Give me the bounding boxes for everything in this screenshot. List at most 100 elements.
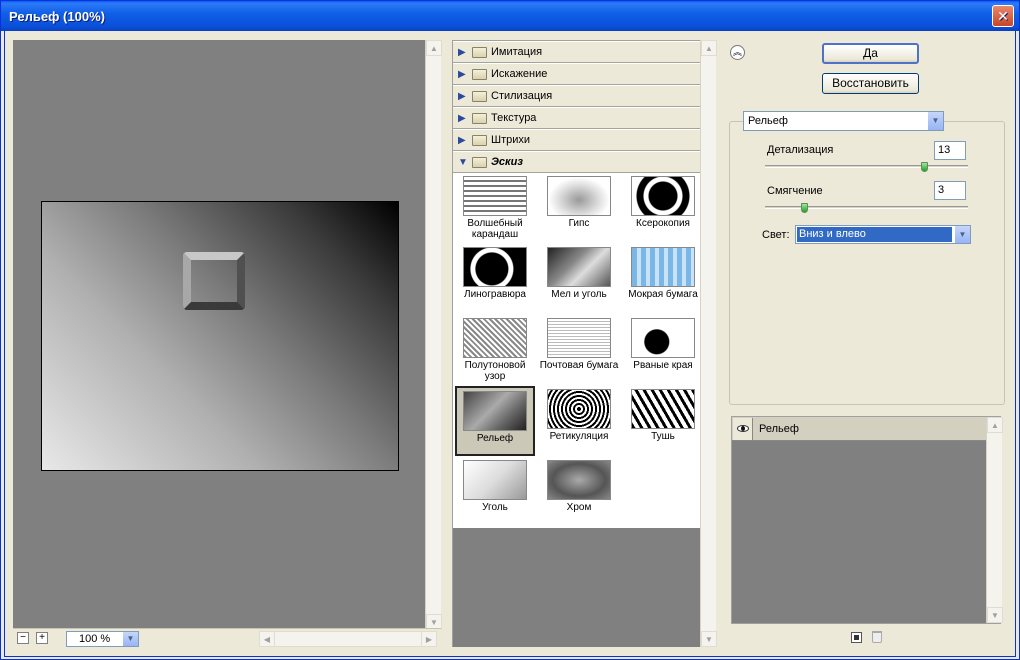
filter-preview-image	[631, 247, 695, 287]
filter-preview-image	[631, 389, 695, 429]
filter-thumb-5[interactable]: Мел и уголь	[539, 244, 619, 314]
preview-vertical-scrollbar[interactable]: ▲ ▼	[425, 40, 442, 630]
filter-thumb-2[interactable]: Гипс	[539, 173, 619, 243]
filter-thumb-label: Почтовая бумага	[539, 360, 619, 371]
category-5[interactable]: ▶ Штрихи	[453, 129, 700, 151]
scroll-down-icon[interactable]: ▼	[987, 607, 1003, 623]
filter-thumb-label: Рваные края	[633, 360, 693, 371]
window-title: Рельеф (100%)	[9, 9, 105, 24]
filter-preview-image	[631, 318, 695, 358]
filter-thumb-label: Рельеф	[476, 433, 514, 444]
triangle-right-icon[interactable]: ▶	[458, 69, 472, 80]
zoom-select[interactable]: 100 % ▼	[66, 631, 139, 647]
filter-thumb-13[interactable]: Уголь	[455, 457, 535, 527]
trash-icon[interactable]	[872, 631, 882, 643]
detail-input[interactable]: 13	[934, 141, 966, 160]
filter-select-value: Рельеф	[748, 115, 788, 127]
scroll-up-icon[interactable]: ▲	[987, 417, 1003, 433]
filter-thumb-10[interactable]: Рельеф	[455, 386, 535, 456]
scroll-down-icon[interactable]: ▼	[701, 631, 717, 647]
category-label: Текстура	[491, 112, 537, 124]
filter-thumb-6[interactable]: Мокрая бумага	[623, 244, 703, 314]
filter-thumb-label: Мел и уголь	[551, 289, 607, 300]
chevron-down-icon[interactable]: ▼	[122, 632, 138, 646]
triangle-down-icon[interactable]: ▼	[458, 157, 472, 168]
filter-thumb-3[interactable]: Ксерокопия	[623, 173, 703, 243]
filter-preview-image	[547, 460, 611, 500]
scroll-up-icon[interactable]: ▲	[701, 40, 717, 56]
light-select[interactable]: Вниз и влево ▼	[795, 225, 971, 244]
folder-icon	[472, 68, 487, 80]
filter-select[interactable]: Рельеф ▼	[743, 111, 944, 131]
smoothness-slider[interactable]	[765, 206, 968, 209]
eye-icon[interactable]	[733, 417, 753, 440]
zoom-out-button[interactable]: −	[17, 632, 29, 644]
category-3[interactable]: ▶ Стилизация	[453, 85, 700, 107]
filter-thumb-label: Полутоновой узор	[464, 360, 526, 382]
folder-open-icon	[472, 156, 487, 168]
filter-preview-image	[547, 389, 611, 429]
smoothness-input[interactable]: 3	[934, 181, 966, 200]
category-label: Штрихи	[491, 134, 531, 146]
chevron-down-icon[interactable]: ▼	[954, 226, 970, 243]
triangle-right-icon[interactable]: ▶	[458, 113, 472, 124]
reset-button[interactable]: Восстановить	[822, 73, 919, 94]
layers-vertical-scrollbar[interactable]: ▲ ▼	[986, 417, 1003, 623]
triangle-right-icon[interactable]: ▶	[458, 135, 472, 146]
filter-gallery: ▶ Имитация ▶ Искажение ▶ Стилизация ▶ Текстура ▶…	[452, 40, 700, 647]
ok-button[interactable]: Да	[822, 43, 919, 64]
preview-pane[interactable]	[13, 40, 425, 628]
triangle-right-icon[interactable]: ▶	[458, 91, 472, 102]
collapse-icon[interactable]: ︽	[730, 45, 745, 60]
folder-icon	[472, 46, 487, 58]
filter-thumb-1[interactable]: Волшебный карандаш	[455, 173, 535, 243]
filter-thumb-9[interactable]: Рваные края	[623, 315, 703, 385]
gallery-vertical-scrollbar[interactable]: ▲ ▼	[700, 40, 717, 647]
close-icon[interactable]: ✕	[992, 5, 1014, 27]
filter-thumb-label: Линогравюра	[464, 289, 526, 300]
category-label: Эскиз	[491, 156, 523, 168]
gallery-empty-area	[453, 528, 700, 647]
filter-gallery-window: Рельеф (100%) ✕ ▲ ▼ − + 100 % ▼ ◀ ▶ ▶ Ими…	[0, 0, 1020, 660]
chevron-down-icon[interactable]: ▼	[927, 112, 943, 130]
category-1[interactable]: ▶ Имитация	[453, 41, 700, 63]
effect-layer-row[interactable]: Рельеф	[732, 417, 986, 441]
new-effect-layer-icon[interactable]	[851, 632, 862, 643]
filter-thumb-label: Гипс	[568, 218, 590, 229]
category-2[interactable]: ▶ Искажение	[453, 63, 700, 85]
filter-thumbnails: Волшебный карандаш Гипс Ксерокопия Линограв…	[453, 173, 700, 528]
filter-preview-image	[463, 247, 527, 287]
scroll-left-icon[interactable]: ◀	[259, 631, 275, 647]
effect-layer-label: Рельеф	[759, 422, 799, 435]
category-label: Искажение	[491, 68, 548, 80]
zoom-in-button[interactable]: +	[36, 632, 48, 644]
triangle-right-icon[interactable]: ▶	[458, 47, 472, 58]
zoom-value: 100 %	[79, 633, 111, 645]
filter-thumb-4[interactable]: Линогравюра	[455, 244, 535, 314]
filter-thumb-12[interactable]: Тушь	[623, 386, 703, 456]
category-label: Имитация	[491, 46, 543, 58]
scroll-up-icon[interactable]: ▲	[426, 40, 442, 56]
folder-icon	[472, 90, 487, 102]
folder-icon	[472, 112, 487, 124]
filter-thumb-8[interactable]: Почтовая бумага	[539, 315, 619, 385]
filter-thumb-label: Ретикуляция	[549, 431, 609, 442]
detail-slider[interactable]	[765, 165, 968, 168]
filter-thumb-11[interactable]: Ретикуляция	[539, 386, 619, 456]
filter-preview-image	[547, 247, 611, 287]
filter-thumb-label: Уголь	[482, 502, 508, 513]
filter-thumb-label: Хром	[566, 502, 592, 513]
category-4[interactable]: ▶ Текстура	[453, 107, 700, 129]
scroll-right-icon[interactable]: ▶	[421, 631, 437, 647]
light-select-value: Вниз и влево	[797, 227, 952, 242]
filter-preview-image	[463, 391, 527, 431]
filter-thumb-7[interactable]: Полутоновой узор	[455, 315, 535, 385]
preview-zoom-bar: − + 100 % ▼ ◀ ▶	[13, 628, 441, 647]
preview-horizontal-scrollbar[interactable]: ◀ ▶	[259, 631, 437, 647]
filter-thumb-14[interactable]: Хром	[539, 457, 619, 527]
detail-slider-handle[interactable]	[921, 162, 928, 172]
smoothness-slider-handle[interactable]	[801, 203, 808, 213]
category-6[interactable]: ▼ Эскиз	[453, 151, 700, 173]
settings-panel	[729, 121, 1005, 405]
detail-label: Детализация	[767, 144, 834, 156]
